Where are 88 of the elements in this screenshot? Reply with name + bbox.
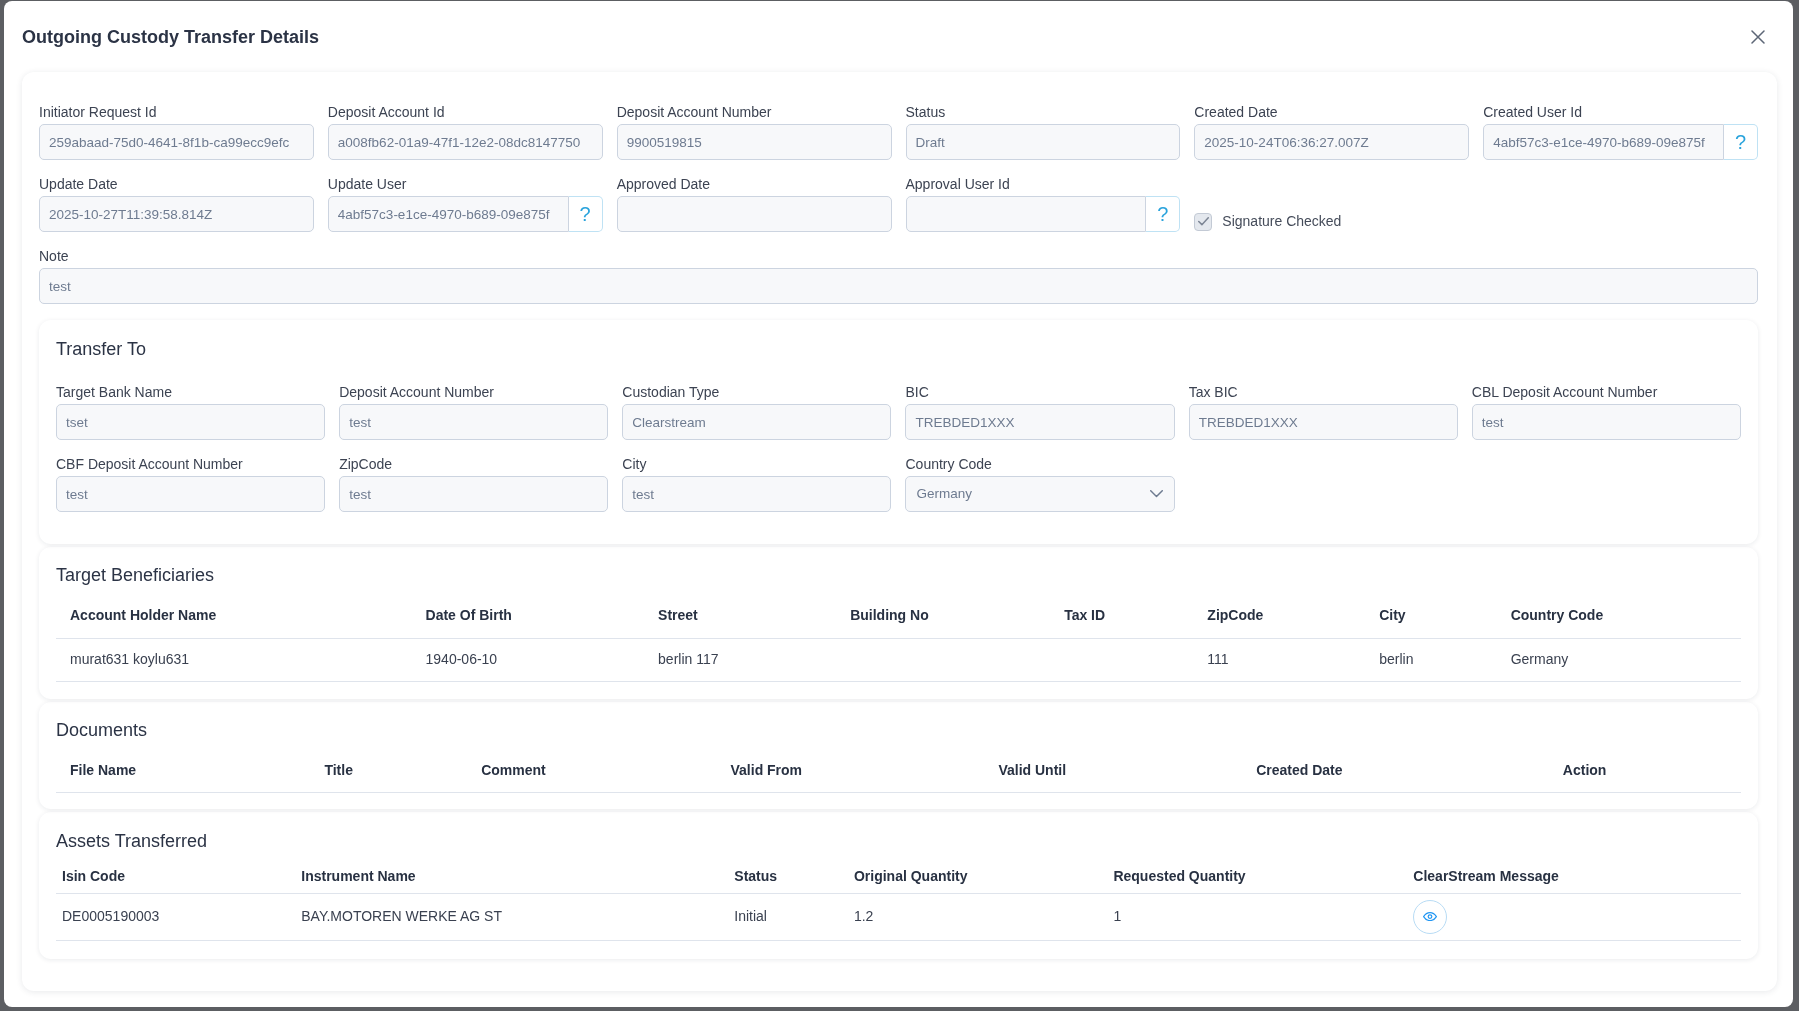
field-label: Initiator Request Id bbox=[39, 103, 158, 122]
field-label: Country Code bbox=[905, 455, 993, 474]
input-field[interactable]: test bbox=[1471, 404, 1741, 440]
input-field[interactable]: a008fb62-01a9-47f1-12e2-08dc8147750 bbox=[327, 124, 603, 160]
column-header: Valid Until bbox=[984, 748, 1243, 793]
column-header: Comment bbox=[467, 748, 717, 793]
input-field[interactable]: test bbox=[39, 268, 1758, 304]
column-header: Status bbox=[728, 860, 848, 893]
field-label: Deposit Account Number bbox=[339, 383, 495, 402]
column-header: ZipCode bbox=[1193, 594, 1366, 638]
column-header: City bbox=[1365, 594, 1497, 638]
input-field[interactable]: 4abf57c3-e1ce-4970-b689-09e875f bbox=[327, 196, 569, 232]
column-header: Date Of Birth bbox=[411, 594, 645, 638]
view-button[interactable] bbox=[1413, 899, 1448, 934]
field-label: Approved Date bbox=[616, 175, 712, 194]
input-field[interactable]: 2025-10-24T06:36:27.007Z bbox=[1194, 124, 1470, 160]
column-header: Tax ID bbox=[1050, 594, 1194, 638]
column-header: Title bbox=[310, 748, 468, 793]
column-header: Isin Code bbox=[56, 860, 296, 893]
table-cell: berlin bbox=[1365, 638, 1497, 681]
field-label: Target Bank Name bbox=[56, 383, 173, 402]
check-icon bbox=[1197, 217, 1209, 226]
close-icon bbox=[1751, 29, 1765, 44]
section-title: Transfer To bbox=[56, 338, 148, 360]
input-field[interactable] bbox=[905, 196, 1147, 232]
column-header: Requested Quantity bbox=[1107, 860, 1408, 893]
field-label: Custodian Type bbox=[622, 383, 721, 402]
field-label: CBL Deposit Account Number bbox=[1471, 383, 1659, 402]
field-label: CBF Deposit Account Number bbox=[56, 455, 244, 474]
table-cell: BAY.MOTOREN WERKE AG ST bbox=[295, 893, 729, 940]
input-field[interactable]: tset bbox=[56, 404, 326, 440]
eye-icon bbox=[1423, 911, 1438, 922]
column-header: Building No bbox=[836, 594, 1051, 638]
column-header: Valid From bbox=[716, 748, 985, 793]
field-label: Deposit Account Id bbox=[327, 103, 446, 122]
column-header: Created Date bbox=[1242, 748, 1549, 793]
chevron-down-icon bbox=[1149, 490, 1163, 498]
column-header: Account Holder Name bbox=[56, 594, 412, 638]
help-button[interactable]: ? bbox=[1146, 196, 1181, 232]
table-cell: Germany bbox=[1496, 638, 1741, 681]
dropdown[interactable]: Germany bbox=[905, 476, 1175, 512]
field-label: BIC bbox=[905, 383, 930, 402]
section-title: Target Beneficiaries bbox=[56, 564, 216, 586]
field-label: Status bbox=[905, 103, 947, 122]
section-title: Documents bbox=[56, 718, 149, 741]
input-field[interactable]: 2025-10-27T11:39:58.814Z bbox=[39, 196, 314, 232]
input-field[interactable]: Draft bbox=[905, 124, 1181, 160]
field-label: Approval User Id bbox=[905, 175, 1011, 194]
input-field[interactable]: TREBDED1XXX bbox=[1188, 404, 1458, 440]
input-field[interactable] bbox=[616, 196, 892, 232]
input-field[interactable]: 4abf57c3-e1ce-4970-b689-09e875f bbox=[1483, 124, 1724, 160]
field-label: Update User bbox=[327, 175, 408, 194]
input-field[interactable]: test bbox=[339, 404, 609, 440]
table-cell: DE0005190003 bbox=[56, 893, 296, 940]
help-button[interactable]: ? bbox=[1724, 124, 1758, 160]
help-button[interactable]: ? bbox=[568, 196, 603, 232]
field-label: Note bbox=[39, 247, 70, 266]
input-field[interactable]: TREBDED1XXX bbox=[905, 404, 1175, 440]
input-field[interactable]: test bbox=[339, 476, 609, 512]
field-label: Tax BIC bbox=[1188, 383, 1239, 402]
column-header: File Name bbox=[56, 748, 311, 793]
field-label: Created Date bbox=[1194, 103, 1279, 122]
table-cell: 1.2 bbox=[847, 893, 1108, 940]
table-cell: berlin 117 bbox=[644, 638, 837, 681]
dialog-title: Outgoing Custody Transfer Details bbox=[22, 25, 320, 48]
input-field[interactable]: test bbox=[622, 476, 892, 512]
input-field[interactable]: test bbox=[56, 476, 326, 512]
column-header: Original Quantity bbox=[847, 860, 1108, 893]
column-header: Action bbox=[1548, 748, 1741, 793]
table-cell: 1 bbox=[1107, 893, 1408, 940]
section-title: Assets Transferred bbox=[56, 830, 209, 852]
table-cell: murat631 koylu631 bbox=[56, 638, 412, 681]
input-field[interactable]: 259abaad-75d0-4641-8f1b-ca99ecc9efc bbox=[39, 124, 314, 160]
field-label: Update Date bbox=[39, 175, 119, 194]
column-header: Street bbox=[644, 594, 837, 638]
field-label: Deposit Account Number bbox=[616, 103, 773, 122]
input-field[interactable]: Clearstream bbox=[622, 404, 892, 440]
field-label: ZipCode bbox=[339, 455, 394, 474]
field-label: Created User Id bbox=[1483, 103, 1583, 122]
table-cell: Initial bbox=[728, 893, 848, 940]
input-field[interactable]: 9900519815 bbox=[616, 124, 892, 160]
table-cell: 1940-06-10 bbox=[411, 638, 645, 681]
column-header: Country Code bbox=[1496, 594, 1741, 638]
column-header: Instrument Name bbox=[295, 860, 729, 893]
column-header: ClearStream Message bbox=[1407, 860, 1741, 893]
table-cell: 111 bbox=[1193, 638, 1366, 681]
checkbox-label: Signature Checked bbox=[1222, 212, 1342, 231]
field-label: City bbox=[622, 455, 648, 474]
